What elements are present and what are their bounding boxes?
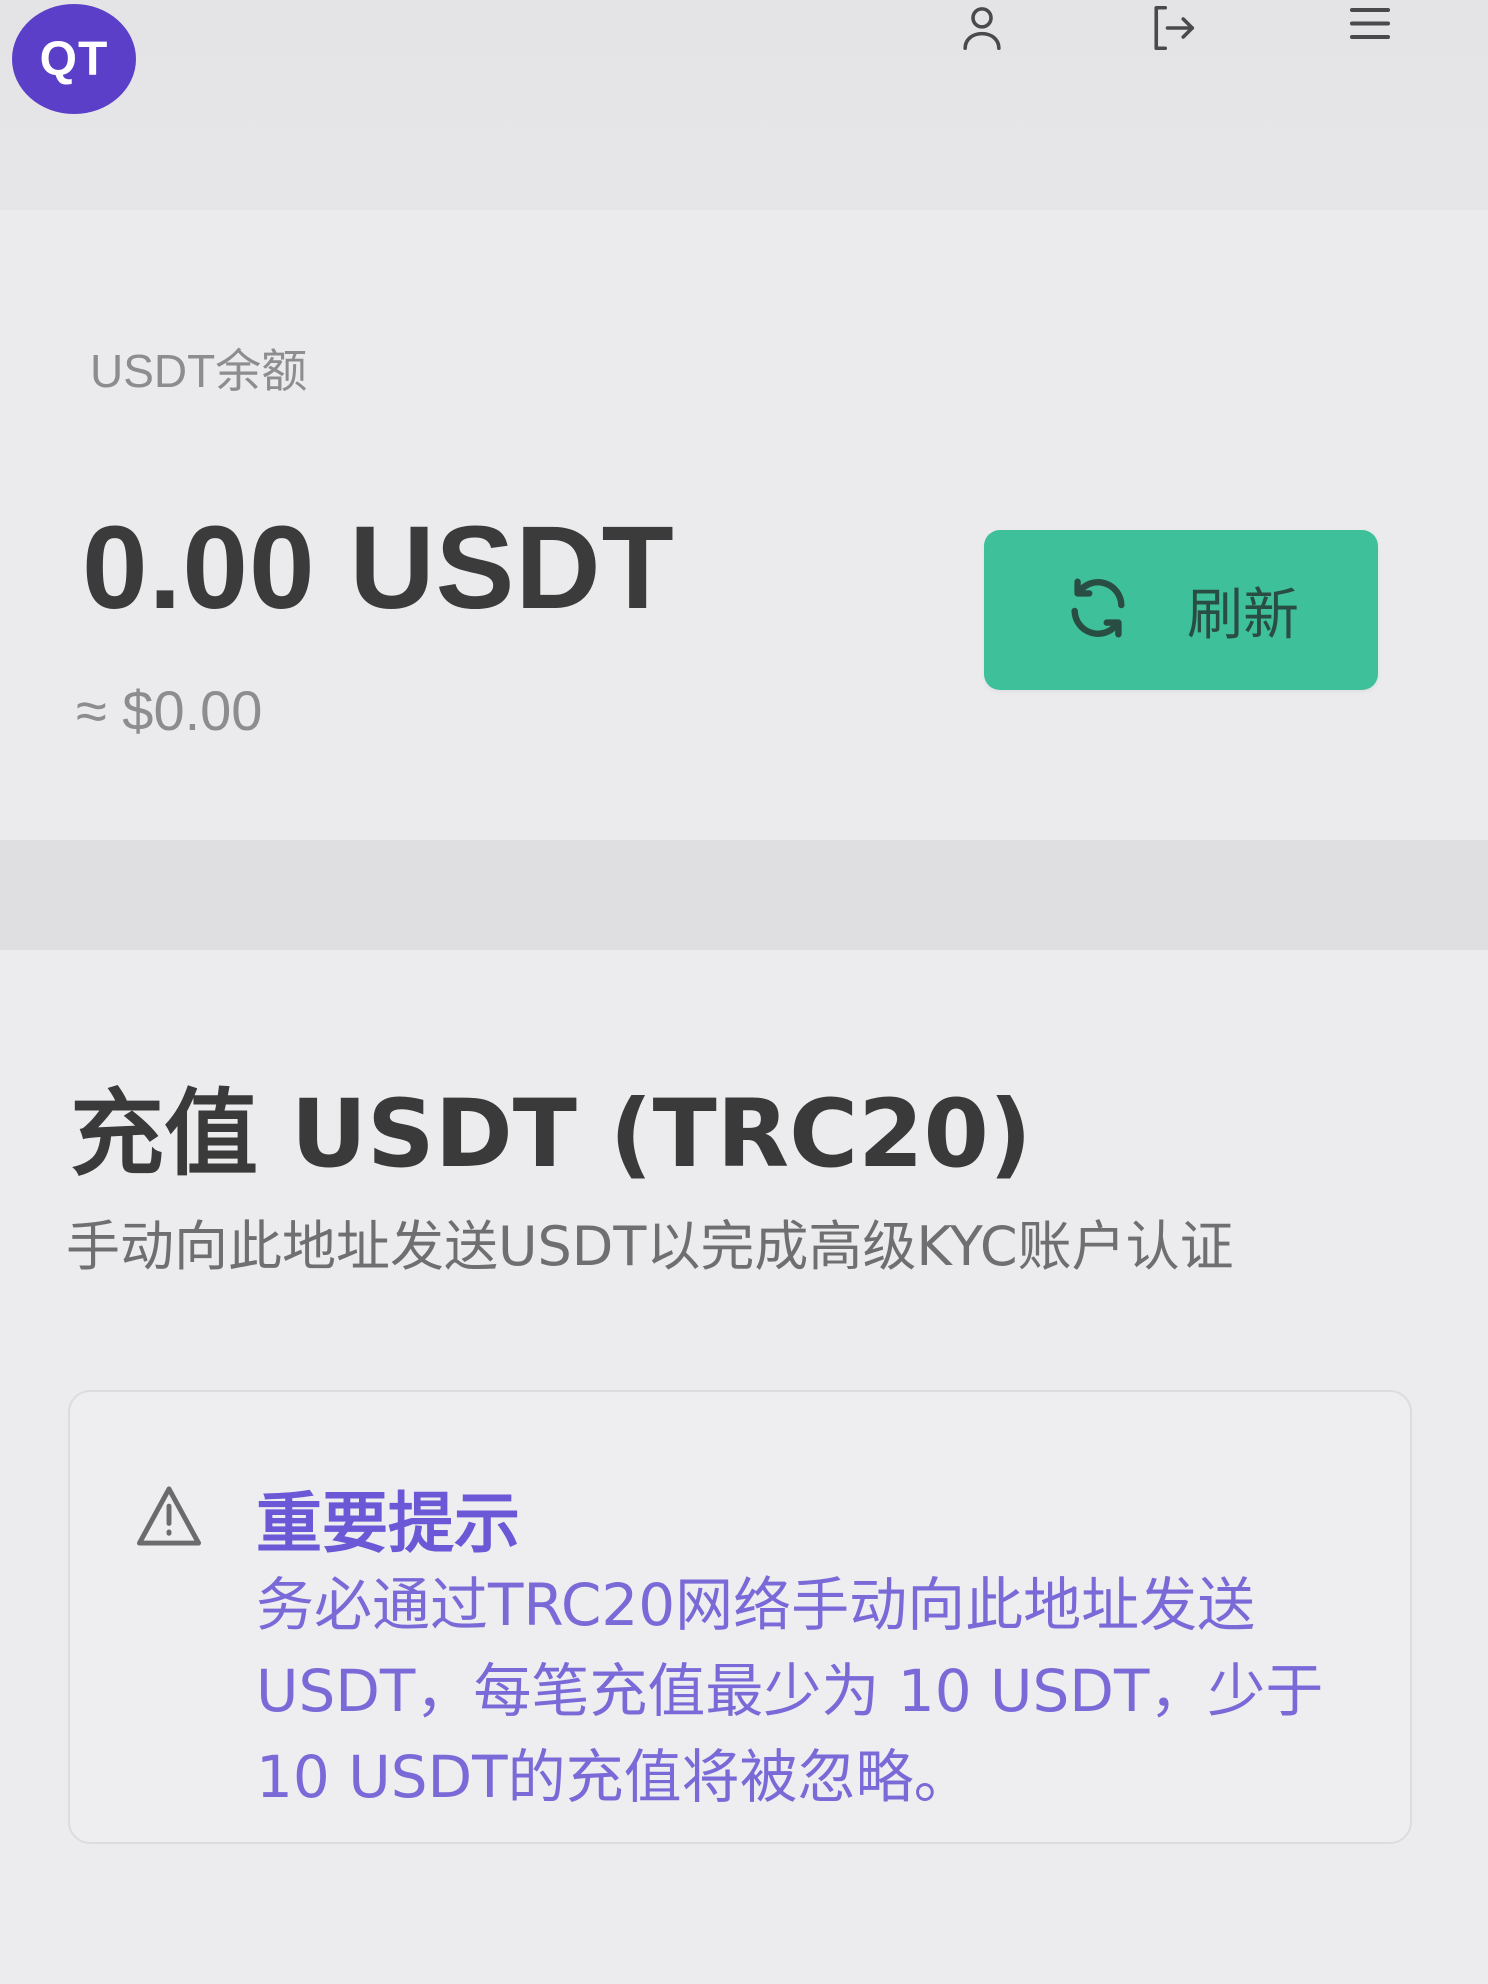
warning-icon <box>134 1484 204 1548</box>
notice-title: 重要提示 <box>256 1485 520 1562</box>
refresh-label: 刷新 <box>1187 582 1299 648</box>
balance-card: USDT余额 0.00 USDT ≈ $0.00 刷新 <box>0 210 1488 840</box>
section-divider <box>0 840 1488 950</box>
logo-text: QT <box>39 32 109 86</box>
balance-amount: 0.00 USDT <box>82 502 675 634</box>
app-logo[interactable]: QT <box>12 4 136 114</box>
refresh-icon <box>1063 573 1133 647</box>
deposit-title: 充值 USDT (TRC20) <box>70 1080 1032 1189</box>
notice-body: 务必通过TRC20网络手动向此地址发送USDT，每笔充值最少为 10 USDT，… <box>256 1571 1324 1811</box>
refresh-button[interactable]: 刷新 <box>984 530 1378 690</box>
important-notice-card: 重要提示 务必通过TRC20网络手动向此地址发送USDT，每笔充值最少为 10 … <box>68 1390 1412 1844</box>
top-header: QT <box>0 0 1488 150</box>
deposit-subtitle: 手动向此地址发送USDT以完成高级KYC账户认证 <box>66 1215 1234 1278</box>
balance-usd-equivalent: ≈ $0.00 <box>76 679 263 742</box>
menu-icon[interactable] <box>1338 0 1402 56</box>
deposit-section: 充值 USDT (TRC20) 手动向此地址发送USDT以完成高级KYC账户认证… <box>0 950 1488 1984</box>
balance-label: USDT余额 <box>90 345 308 397</box>
user-icon[interactable] <box>950 0 1014 56</box>
logout-icon[interactable] <box>1140 0 1204 56</box>
